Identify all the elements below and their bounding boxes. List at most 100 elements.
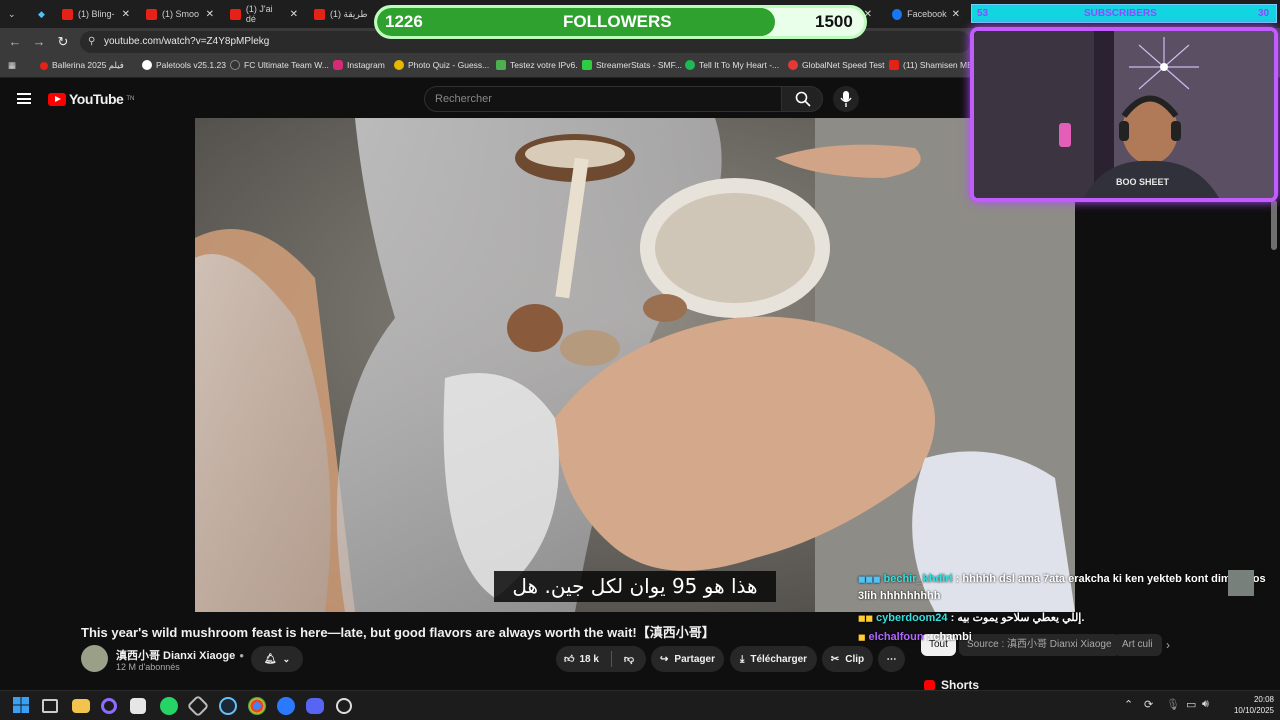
chat-message: ◼ elchalfoun : chambi — [858, 631, 972, 643]
thumbs-down-icon: 👎︎ — [623, 654, 635, 665]
close-icon[interactable]: ✕ — [290, 9, 298, 20]
divider — [610, 651, 612, 667]
share-button[interactable]: ↪ Partager — [651, 646, 724, 672]
youtube-icon — [62, 8, 73, 20]
bookmark-item[interactable]: Testez votre IPv6. — [496, 60, 578, 70]
chat-message: ◼◼◼ bechir_khdiri : hhhhh dsl ama 7ata e… — [858, 573, 1266, 585]
youtube-icon — [230, 8, 241, 20]
like-button[interactable]: 👍︎ 18 k — [564, 653, 599, 666]
channel-name[interactable]: 滇西小哥 Dianxi Xiaoge ● — [116, 647, 244, 663]
bookmark-item[interactable]: GlobalNet Speed Test — [788, 60, 885, 70]
followers-goal-bar: 1226 FOLLOWERS 1500 — [374, 5, 867, 39]
download-button[interactable]: ⤓ Télécharger — [730, 646, 817, 672]
youtube-icon — [314, 8, 325, 20]
whatsapp-icon[interactable] — [160, 697, 178, 715]
discord-icon[interactable] — [306, 698, 324, 714]
youtube-icon — [146, 8, 157, 20]
network-icon[interactable]: ▭ — [1186, 698, 1196, 711]
bookmark-item[interactable]: Instagram — [333, 60, 385, 70]
windows-start-icon[interactable] — [12, 696, 32, 716]
app-icon[interactable] — [277, 697, 295, 715]
scrollbar[interactable] — [1271, 200, 1277, 250]
close-icon[interactable]: ✕ — [206, 9, 214, 20]
chip-art[interactable]: Art culi — [1114, 634, 1162, 656]
share-icon: ↪ — [660, 653, 669, 665]
diamond-icon: ◆ — [38, 8, 45, 19]
followers-current: 1226 — [385, 12, 423, 31]
video-title: This year's wild mushroom feast is here—… — [81, 625, 715, 640]
more-actions-button[interactable]: ⋯ — [878, 646, 905, 672]
bookmark-item[interactable]: Tell It To My Heart -... — [685, 60, 779, 70]
menu-icon[interactable] — [17, 93, 31, 104]
subscriber-count: 12 M d'abonnés — [116, 662, 180, 672]
subscribers-current: 53 — [977, 8, 989, 19]
search-input[interactable]: Rechercher — [424, 86, 782, 112]
chevron-up-icon[interactable]: ⌃ — [1124, 698, 1133, 711]
shorts-icon — [924, 679, 935, 691]
bookmark-item[interactable]: Paletools v25.1.23 — [142, 60, 226, 70]
youtube-icon — [889, 60, 899, 70]
snipping-tool-icon[interactable] — [130, 698, 146, 714]
bookmark-item[interactable]: StreamerStats - SMF... — [582, 60, 682, 70]
task-view-icon[interactable] — [42, 699, 58, 713]
tab-list-button[interactable]: ⌄ — [2, 4, 24, 24]
app-icon[interactable] — [101, 698, 117, 714]
more-icon: ⋯ — [886, 653, 897, 665]
browser-tab[interactable]: (1) J'ai dé ✕ — [224, 4, 304, 24]
search-button[interactable] — [781, 86, 823, 112]
facebook-icon — [892, 8, 903, 20]
close-icon[interactable]: ✕ — [952, 9, 960, 20]
microphone-icon — [840, 91, 852, 107]
chevron-right-icon[interactable]: › — [1166, 638, 1170, 652]
clip-button[interactable]: ✂ Clip — [822, 646, 873, 672]
voice-search-button[interactable] — [833, 86, 859, 112]
pinned-tab[interactable]: ◆ — [32, 4, 52, 24]
bookmark-item[interactable]: Ballerina 2025 فيلم — [40, 60, 124, 71]
subscribers-goal: 30 — [1258, 8, 1270, 19]
download-icon: ⤓ — [739, 653, 745, 665]
bookmark-item[interactable]: (11) Shamisen ME — [889, 60, 973, 70]
video-frame-mushrooms — [195, 118, 1075, 612]
scissors-icon: ✂ — [830, 653, 840, 665]
bookmark-icon — [394, 60, 404, 70]
youtube-header: YouTube TN Rechercher — [0, 80, 970, 118]
bookmark-item[interactable]: FC Ultimate Team W... — [230, 60, 329, 70]
video-subtitle: هذا هو 95 يوان لكل جين. هل — [494, 571, 776, 602]
close-icon[interactable]: ✕ — [122, 9, 130, 20]
bookmark-icon — [40, 61, 48, 70]
back-icon[interactable]: ← — [6, 33, 24, 51]
browser-tab[interactable]: (1) طريقة — [308, 4, 374, 24]
apps-icon[interactable]: ▦ — [8, 60, 16, 71]
spotify-icon — [685, 60, 695, 70]
verified-icon: ● — [239, 650, 245, 660]
browser-tab[interactable]: (1) Smoo ✕ — [140, 4, 220, 24]
chat-message-continuation: 3lih hhhhhhhhh — [858, 590, 941, 602]
file-explorer-icon[interactable] — [72, 699, 90, 713]
browser-tab[interactable]: (1) Bling- ✕ — [56, 4, 136, 24]
webcam-feed — [974, 31, 1274, 198]
crown-icon: ◼ — [858, 632, 866, 642]
reload-icon[interactable]: ↻ — [54, 33, 72, 51]
avatar[interactable] — [81, 645, 108, 672]
bookmark-item[interactable]: Photo Quiz - Guess... — [394, 60, 489, 70]
app-icon[interactable] — [186, 694, 210, 718]
youtube-play-icon — [48, 92, 66, 106]
volume-icon[interactable]: 🔊︎ — [1202, 698, 1209, 711]
site-info-icon[interactable]: ⚲ — [88, 31, 95, 53]
bookmark-icon — [142, 60, 152, 70]
clock[interactable]: 20:08 10/10/2025 — [1222, 694, 1274, 716]
chip-source[interactable]: Source : 滇西小哥 Dianxi Xiaoge — [959, 634, 1120, 656]
youtube-logo[interactable]: YouTube TN — [48, 91, 134, 107]
obs-icon[interactable] — [336, 698, 352, 714]
forward-icon[interactable]: → — [30, 33, 48, 51]
dislike-button[interactable]: 👎︎ — [624, 653, 634, 665]
microphone-icon[interactable]: 🎙︎ — [1166, 698, 1180, 711]
video-player[interactable] — [195, 118, 1075, 612]
bookmark-icon — [788, 60, 798, 70]
browser-tab[interactable]: Facebook ✕ — [886, 4, 966, 24]
webcam-overlay: BOO SHEET — [970, 27, 1278, 202]
notification-bell-button[interactable]: 🔔︎ ⌄ — [251, 646, 303, 672]
chrome-icon[interactable] — [248, 697, 266, 715]
sync-icon[interactable]: ⟳ — [1144, 698, 1153, 711]
steam-icon[interactable] — [219, 697, 237, 715]
